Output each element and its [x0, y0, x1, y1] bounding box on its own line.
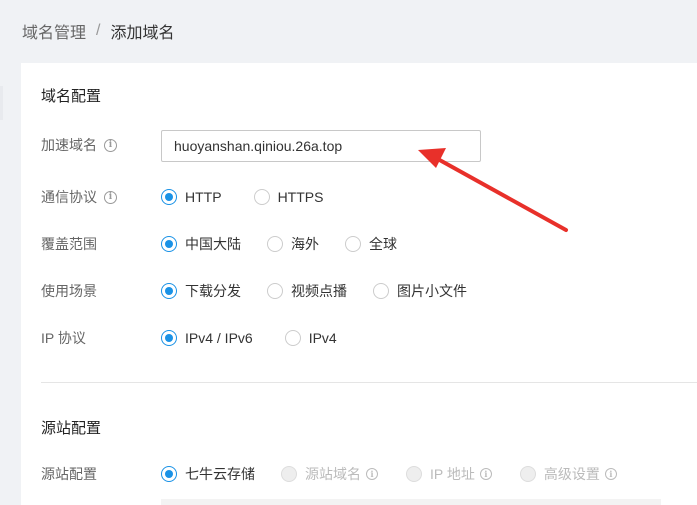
accel-domain-input[interactable]: huoyanshan.qiniou.26a.top: [161, 130, 481, 162]
domain-config-title: 域名配置: [41, 88, 102, 105]
radio-disabled-icon: [519, 466, 536, 482]
info-icon[interactable]: i: [479, 468, 492, 480]
radio-overseas[interactable]: 海外: [267, 234, 319, 254]
info-icon[interactable]: i: [104, 190, 117, 204]
section-divider: [41, 382, 697, 383]
radio-label: 下载分发: [185, 283, 241, 299]
radio-vod[interactable]: 视频点播: [267, 281, 347, 301]
radio-label: 源站域名: [305, 466, 361, 482]
radio-unchecked-icon: [373, 283, 389, 299]
radio-label: HTTPS: [277, 189, 324, 205]
radio-label: IPv4: [308, 330, 337, 346]
radio-unchecked-icon: [267, 283, 283, 299]
protocol-radio-group: HTTP HTTPS: [161, 189, 349, 205]
ip-protocol-row: IP 协议 IPv4 / IPv6 IPv4: [41, 326, 691, 350]
radio-label: 高级设置: [543, 466, 600, 482]
radio-ipv4[interactable]: IPv4: [284, 330, 337, 346]
radio-disabled-icon: [281, 466, 297, 482]
radio-small-files[interactable]: 图片小文件: [373, 281, 467, 301]
coverage-radio-group: 中国大陆 海外 全球: [161, 234, 423, 254]
scenario-row: 使用场景 下载分发 视频点播 图片小文件: [41, 279, 691, 303]
breadcrumb-separator: /: [96, 22, 101, 39]
protocol-label: 通信协议: [41, 189, 97, 205]
radio-ipv4-ipv6[interactable]: IPv4 / IPv6: [161, 330, 253, 346]
info-icon[interactable]: i: [604, 468, 617, 480]
sidebar-edge: [0, 86, 3, 120]
radio-mainland[interactable]: 中国大陆: [161, 234, 241, 254]
radio-unchecked-icon: [253, 189, 270, 205]
radio-label: 海外: [291, 236, 319, 252]
radio-qiniu-storage[interactable]: 七牛云存储: [161, 464, 255, 484]
radio-unchecked-icon: [284, 330, 301, 346]
info-icon[interactable]: i: [104, 138, 117, 152]
accel-domain-label: 加速域名: [41, 137, 97, 153]
info-icon[interactable]: i: [366, 468, 378, 480]
radio-download[interactable]: 下载分发: [161, 281, 241, 301]
radio-label: 视频点播: [291, 283, 347, 299]
radio-global[interactable]: 全球: [345, 234, 397, 254]
origin-radio-group: 七牛云存储 源站域名 i IP 地址 i 高级设置 i: [161, 464, 643, 484]
coverage-row: 覆盖范围 中国大陆 海外 全球: [41, 232, 691, 256]
origin-row: 源站配置 七牛云存储 源站域名 i IP 地址 i 高级设置 i: [41, 462, 691, 486]
radio-label: 图片小文件: [397, 283, 467, 299]
radio-label: HTTP: [185, 189, 222, 205]
origin-config-title: 源站配置: [41, 420, 102, 437]
radio-ip-address[interactable]: IP 地址 i: [406, 464, 492, 484]
radio-label: 七牛云存储: [185, 466, 255, 482]
radio-https[interactable]: HTTPS: [253, 189, 324, 205]
radio-checked-icon: [161, 236, 177, 252]
radio-checked-icon: [161, 283, 177, 299]
next-field-placeholder: [161, 499, 661, 505]
coverage-label: 覆盖范围: [41, 236, 97, 252]
accel-domain-label-wrap: 加速域名 i: [41, 135, 161, 155]
ip-protocol-radio-group: IPv4 / IPv6 IPv4: [161, 330, 363, 346]
radio-checked-icon: [161, 330, 177, 346]
protocol-row: 通信协议 i HTTP HTTPS: [41, 185, 691, 209]
radio-unchecked-icon: [267, 236, 283, 252]
radio-label: 全球: [369, 236, 397, 252]
radio-checked-icon: [161, 189, 177, 205]
origin-label: 源站配置: [41, 466, 97, 482]
breadcrumb-parent-link[interactable]: 域名管理: [22, 19, 86, 43]
scenario-label: 使用场景: [41, 283, 97, 299]
form-card: 域名配置 加速域名 i huoyanshan.qiniou.26a.top 通信…: [21, 63, 697, 505]
ip-protocol-label: IP 协议: [41, 330, 86, 346]
scenario-radio-group: 下载分发 视频点播 图片小文件: [161, 281, 493, 301]
breadcrumb: 域名管理 / 添加域名: [22, 19, 174, 43]
radio-label: IP 地址: [430, 466, 475, 482]
radio-label: 中国大陆: [185, 236, 241, 252]
radio-advanced[interactable]: 高级设置 i: [519, 464, 617, 484]
radio-http[interactable]: HTTP: [161, 189, 222, 205]
protocol-label-wrap: 通信协议 i: [41, 187, 161, 207]
radio-unchecked-icon: [345, 236, 361, 252]
radio-origin-domain[interactable]: 源站域名 i: [281, 464, 378, 484]
radio-disabled-icon: [406, 466, 422, 482]
breadcrumb-current: 添加域名: [110, 25, 175, 42]
radio-checked-icon: [161, 466, 177, 482]
radio-label: IPv4 / IPv6: [185, 330, 253, 346]
